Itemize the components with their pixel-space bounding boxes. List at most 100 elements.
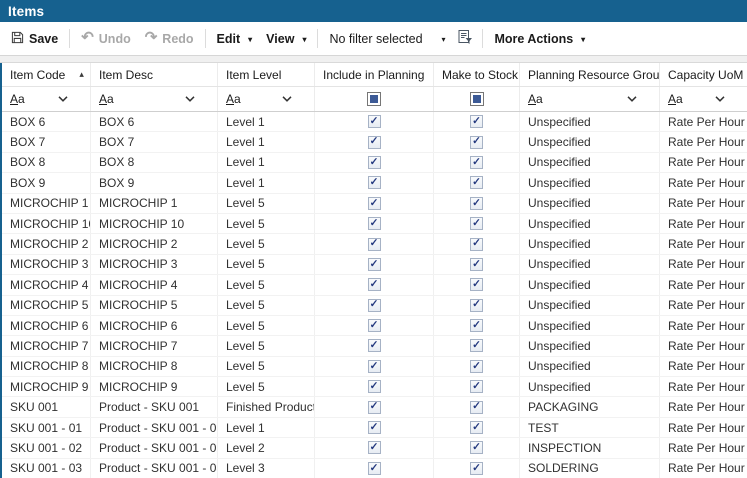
text-filter-badge[interactable]: Aa <box>668 92 683 106</box>
include-in-planning-checkbox-checked[interactable] <box>368 136 381 149</box>
save-button[interactable]: Save <box>4 26 65 52</box>
make-to-stock-checkbox-checked[interactable] <box>470 278 483 291</box>
cell-item-level[interactable]: Level 5 <box>218 336 315 355</box>
column-header-make-to-stock[interactable]: Make to Stock <box>434 63 520 86</box>
filter-dropdown-planning-resource-group-chevron-icon[interactable] <box>627 96 637 102</box>
make-to-stock-checkbox-checked[interactable] <box>470 176 483 189</box>
cell-capacity-uom[interactable]: Rate Per Hour <box>660 336 747 355</box>
cell-item-level[interactable]: Level 5 <box>218 357 315 376</box>
cell-item-code[interactable]: MICROCHIP 6 <box>2 316 91 335</box>
edit-menu-button[interactable]: Edit ▾ <box>210 26 260 52</box>
cell-planning-resource-group[interactable]: Unspecified <box>520 132 660 151</box>
cell-item-desc[interactable]: MICROCHIP 2 <box>91 234 218 253</box>
include-in-planning-checkbox-checked[interactable] <box>368 339 381 352</box>
cell-item-level[interactable]: Level 5 <box>218 234 315 253</box>
cell-item-level[interactable]: Level 3 <box>218 459 315 478</box>
filter-combobox[interactable]: No filter selected ▾ <box>322 27 452 51</box>
cell-item-desc[interactable]: MICROCHIP 3 <box>91 255 218 274</box>
cell-item-desc[interactable]: MICROCHIP 10 <box>91 214 218 233</box>
cell-item-code[interactable]: SKU 001 - 02 <box>2 438 91 457</box>
cell-planning-resource-group[interactable]: TEST <box>520 418 660 437</box>
include-in-planning-checkbox-checked[interactable] <box>368 238 381 251</box>
filter-checkbox-make-to-stock[interactable] <box>470 92 484 106</box>
cell-item-level[interactable]: Level 5 <box>218 255 315 274</box>
cell-capacity-uom[interactable]: Rate Per Hour <box>660 357 747 376</box>
include-in-planning-checkbox-checked[interactable] <box>368 258 381 271</box>
cell-item-desc[interactable]: MICROCHIP 1 <box>91 194 218 213</box>
cell-item-level[interactable]: Level 1 <box>218 173 315 192</box>
cell-item-level[interactable]: Level 1 <box>218 418 315 437</box>
cell-item-code[interactable]: MICROCHIP 9 <box>2 377 91 396</box>
text-filter-badge[interactable]: Aa <box>99 92 114 106</box>
cell-capacity-uom[interactable]: Rate Per Hour <box>660 234 747 253</box>
cell-planning-resource-group[interactable]: Unspecified <box>520 214 660 233</box>
cell-capacity-uom[interactable]: Rate Per Hour <box>660 418 747 437</box>
cell-item-desc[interactable]: BOX 9 <box>91 173 218 192</box>
make-to-stock-checkbox-checked[interactable] <box>470 115 483 128</box>
include-in-planning-checkbox-checked[interactable] <box>368 462 381 475</box>
cell-planning-resource-group[interactable]: Unspecified <box>520 234 660 253</box>
cell-capacity-uom[interactable]: Rate Per Hour <box>660 214 747 233</box>
cell-planning-resource-group[interactable]: Unspecified <box>520 112 660 131</box>
cell-planning-resource-group[interactable]: Unspecified <box>520 275 660 294</box>
undo-button[interactable]: ↶ Undo <box>74 26 138 52</box>
cell-item-code[interactable]: SKU 001 - 03 <box>2 459 91 478</box>
cell-item-level[interactable]: Level 5 <box>218 316 315 335</box>
cell-item-desc[interactable]: Product - SKU 001 - 02 <box>91 438 218 457</box>
cell-planning-resource-group[interactable]: Unspecified <box>520 377 660 396</box>
include-in-planning-checkbox-checked[interactable] <box>368 441 381 454</box>
cell-item-level[interactable]: Finished Product <box>218 397 315 416</box>
cell-capacity-uom[interactable]: Rate Per Hour <box>660 153 747 172</box>
cell-item-code[interactable]: MICROCHIP 8 <box>2 357 91 376</box>
cell-planning-resource-group[interactable]: Unspecified <box>520 357 660 376</box>
cell-item-desc[interactable]: MICROCHIP 8 <box>91 357 218 376</box>
make-to-stock-checkbox-checked[interactable] <box>470 197 483 210</box>
cell-planning-resource-group[interactable]: SOLDERING <box>520 459 660 478</box>
cell-item-desc[interactable]: Product - SKU 001 - 03 <box>91 459 218 478</box>
cell-item-code[interactable]: MICROCHIP 3 <box>2 255 91 274</box>
column-header-item-code[interactable]: Item Code▴ <box>2 63 91 86</box>
cell-item-desc[interactable]: MICROCHIP 7 <box>91 336 218 355</box>
cell-item-code[interactable]: SKU 001 - 01 <box>2 418 91 437</box>
include-in-planning-checkbox-checked[interactable] <box>368 197 381 210</box>
cell-item-desc[interactable]: BOX 6 <box>91 112 218 131</box>
cell-planning-resource-group[interactable]: INSPECTION <box>520 438 660 457</box>
cell-item-code[interactable]: MICROCHIP 5 <box>2 296 91 315</box>
filter-checkbox-include-in-planning[interactable] <box>367 92 381 106</box>
filter-dropdown-item-code-chevron-icon[interactable] <box>58 96 68 102</box>
cell-planning-resource-group[interactable]: Unspecified <box>520 296 660 315</box>
cell-item-desc[interactable]: BOX 7 <box>91 132 218 151</box>
make-to-stock-checkbox-checked[interactable] <box>470 360 483 373</box>
cell-planning-resource-group[interactable]: Unspecified <box>520 153 660 172</box>
include-in-planning-checkbox-checked[interactable] <box>368 380 381 393</box>
cell-item-level[interactable]: Level 1 <box>218 153 315 172</box>
cell-item-level[interactable]: Level 1 <box>218 112 315 131</box>
cell-item-desc[interactable]: BOX 8 <box>91 153 218 172</box>
cell-item-desc[interactable]: MICROCHIP 5 <box>91 296 218 315</box>
cell-item-desc[interactable]: MICROCHIP 9 <box>91 377 218 396</box>
cell-item-code[interactable]: MICROCHIP 7 <box>2 336 91 355</box>
column-header-capacity-uom[interactable]: Capacity UoM <box>660 63 747 86</box>
make-to-stock-checkbox-checked[interactable] <box>470 441 483 454</box>
text-filter-badge[interactable]: Aa <box>226 92 241 106</box>
cell-item-code[interactable]: BOX 7 <box>2 132 91 151</box>
cell-item-code[interactable]: MICROCHIP 10 <box>2 214 91 233</box>
text-filter-badge[interactable]: Aa <box>10 92 25 106</box>
filter-dropdown-item-level-chevron-icon[interactable] <box>282 96 292 102</box>
make-to-stock-checkbox-checked[interactable] <box>470 238 483 251</box>
redo-button[interactable]: ↷ Redo <box>138 26 201 52</box>
cell-item-code[interactable]: BOX 9 <box>2 173 91 192</box>
include-in-planning-checkbox-checked[interactable] <box>368 360 381 373</box>
make-to-stock-checkbox-checked[interactable] <box>470 462 483 475</box>
cell-planning-resource-group[interactable]: Unspecified <box>520 316 660 335</box>
cell-capacity-uom[interactable]: Rate Per Hour <box>660 377 747 396</box>
view-menu-button[interactable]: View ▾ <box>259 26 313 52</box>
cell-item-level[interactable]: Level 5 <box>218 296 315 315</box>
save-filter-button[interactable] <box>452 26 478 52</box>
include-in-planning-checkbox-checked[interactable] <box>368 278 381 291</box>
make-to-stock-checkbox-checked[interactable] <box>470 319 483 332</box>
cell-capacity-uom[interactable]: Rate Per Hour <box>660 296 747 315</box>
cell-capacity-uom[interactable]: Rate Per Hour <box>660 275 747 294</box>
make-to-stock-checkbox-checked[interactable] <box>470 136 483 149</box>
make-to-stock-checkbox-checked[interactable] <box>470 258 483 271</box>
